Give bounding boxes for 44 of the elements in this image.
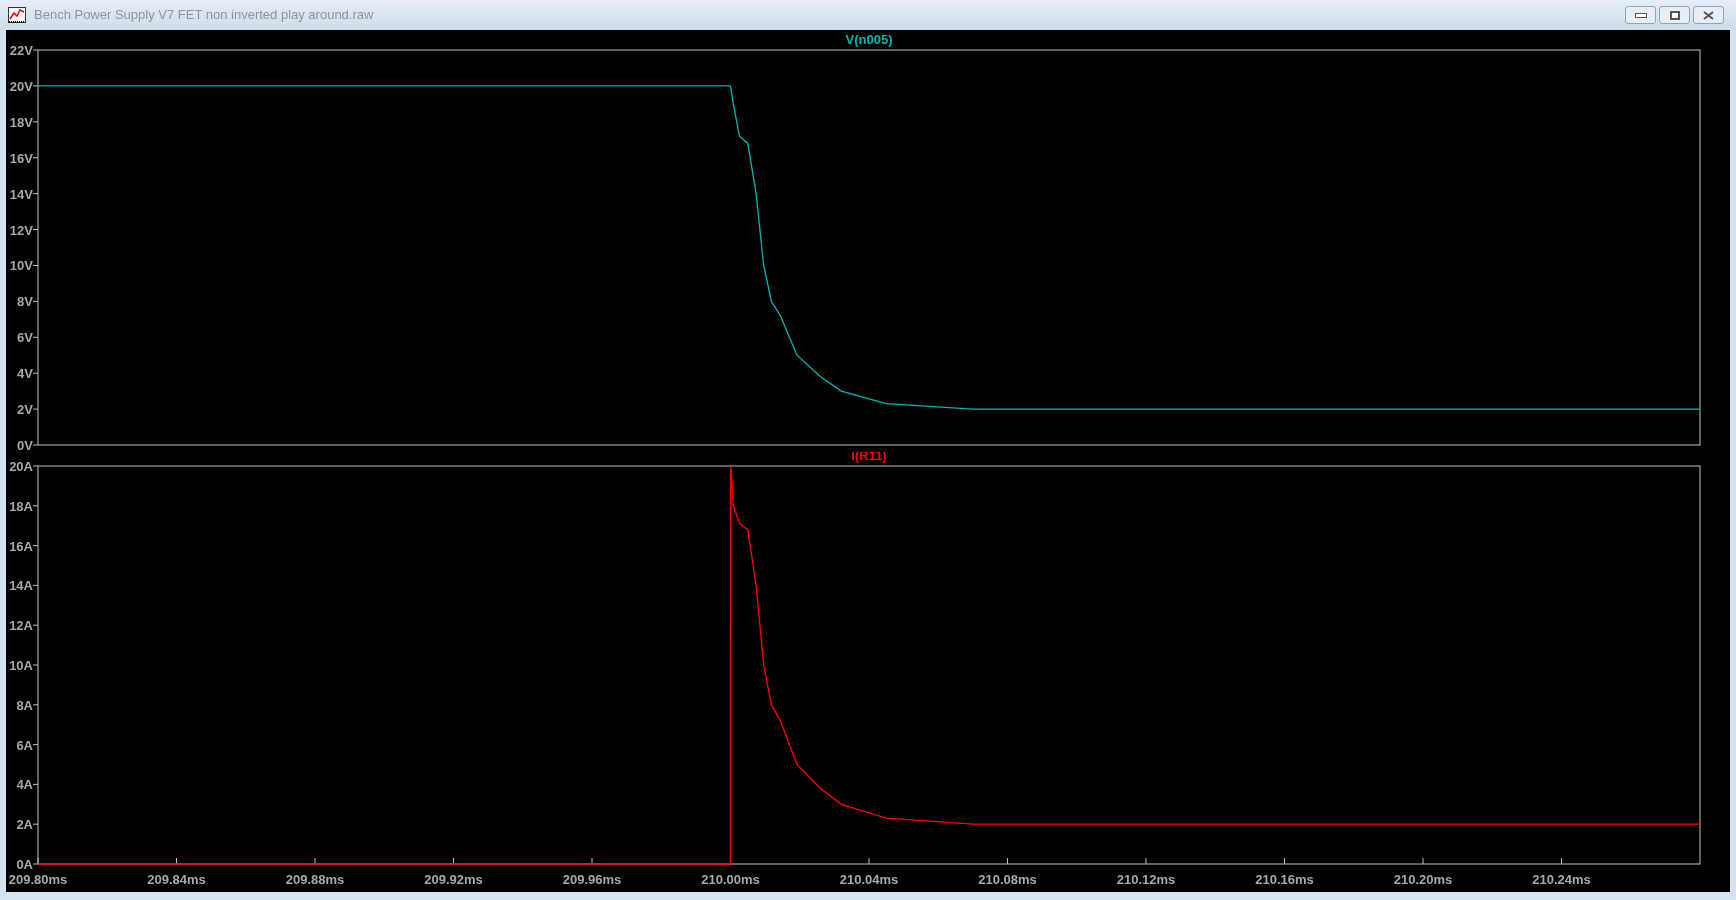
minimize-button[interactable]: [1625, 6, 1656, 24]
y-tick-label: 10A: [9, 658, 33, 673]
y-tick-label: 2V: [17, 402, 33, 418]
close-icon: [1703, 10, 1714, 20]
y-tick-label: 8A: [16, 697, 33, 713]
y-tick-label: 6A: [16, 737, 33, 753]
y-tick-label: 22V: [9, 43, 33, 58]
trace-name: V(n005): [845, 32, 893, 47]
x-tick-label: 209.92ms: [424, 872, 483, 887]
y-tick-label: 0A: [16, 857, 33, 872]
y-tick-label: 14V: [9, 186, 33, 202]
x-tick-label: 210.04ms: [839, 872, 899, 887]
y-tick-label: 20V: [9, 78, 33, 94]
x-tick-label: 210.08ms: [978, 872, 1037, 887]
x-tick-label: 210.16ms: [1255, 872, 1314, 887]
y-tick-label: 18A: [9, 498, 33, 514]
x-tick-label: 210.12ms: [1116, 872, 1176, 887]
window-title: Bench Power Supply V7 FET non inverted play around.raw: [34, 6, 374, 25]
restore-button[interactable]: [1659, 6, 1690, 24]
y-tick-label: 12V: [9, 222, 33, 238]
y-tick-label: 0V: [17, 438, 33, 452]
waveform-app-icon: [8, 7, 26, 23]
close-button[interactable]: [1693, 6, 1724, 24]
y-tick-label: 6V: [17, 330, 33, 346]
y-tick-label: 18V: [9, 114, 33, 130]
x-tick-label: 210.20ms: [1393, 872, 1453, 887]
y-tick-label: 4V: [17, 366, 33, 382]
y-tick-label: 12A: [9, 618, 33, 634]
restore-icon: [1669, 10, 1680, 20]
x-tick-label: 209.88ms: [285, 872, 345, 887]
minimize-icon: [1634, 12, 1647, 18]
x-tick-label: 209.84ms: [147, 872, 206, 887]
x-tick-label: 210.24ms: [1532, 872, 1591, 887]
x-tick-label: 209.96ms: [562, 872, 622, 887]
y-tick-label: 16V: [9, 150, 33, 166]
y-tick-label: 14A: [9, 578, 33, 594]
y-tick-label: 16A: [9, 538, 33, 554]
y-tick-label: 8V: [17, 294, 33, 310]
x-tick-label: 209.80ms: [8, 872, 68, 887]
y-tick-label: 2A: [16, 817, 33, 833]
y-tick-label: 20A: [9, 459, 33, 474]
y-tick-label: 10V: [9, 258, 33, 274]
y-tick-label: 4A: [16, 777, 33, 793]
x-tick-label: 210.00ms: [701, 872, 760, 887]
